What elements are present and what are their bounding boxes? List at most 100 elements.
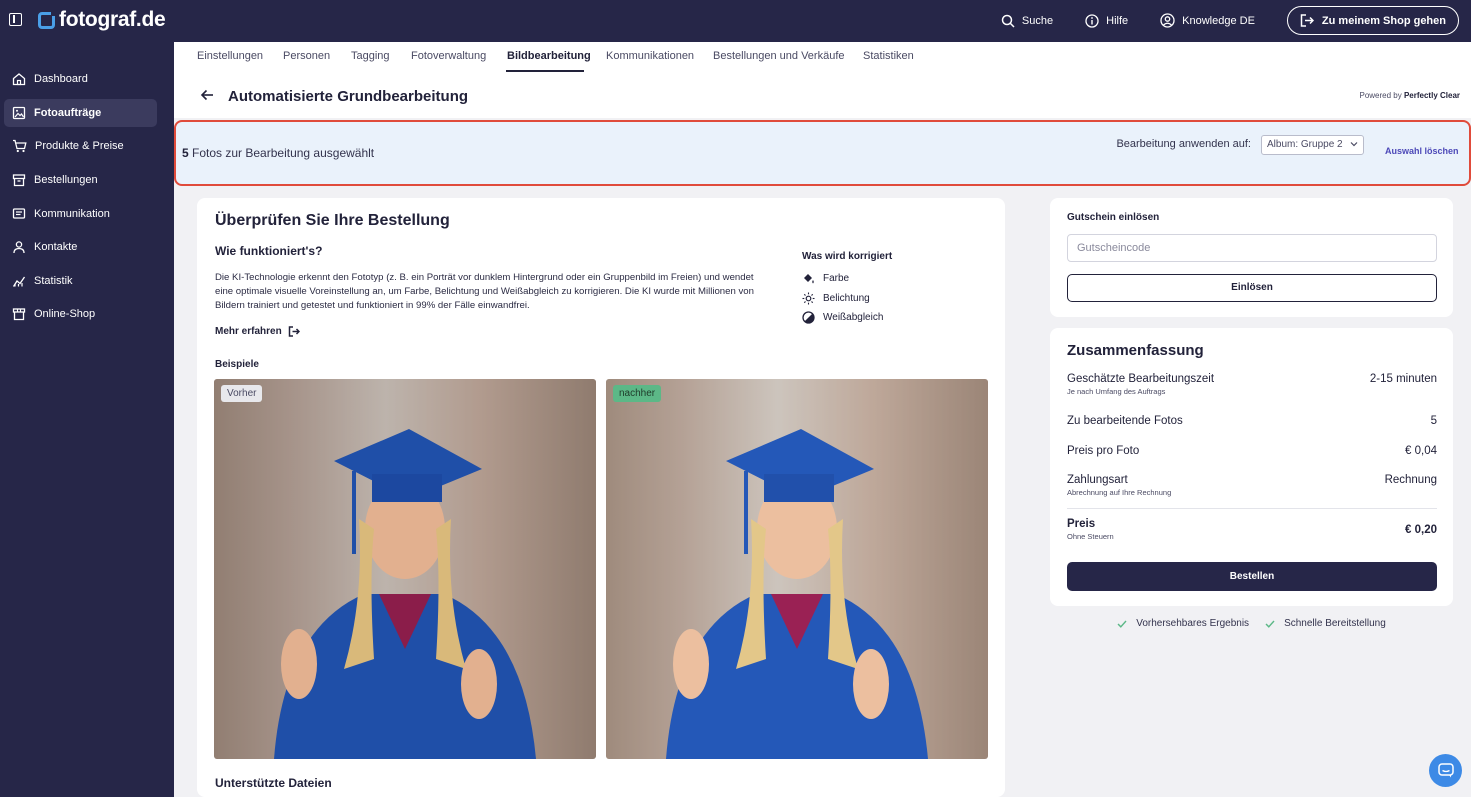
album-select[interactable]: Album: Gruppe 2	[1261, 135, 1364, 155]
box-icon	[12, 174, 26, 187]
sidebar-item-produkte[interactable]: Produkte & Preise	[4, 132, 157, 160]
sidebar: Dashboard Fotoaufträge Produkte & Preise…	[0, 42, 174, 797]
benefit-item: Vorhersehbares Ergebnis	[1117, 618, 1249, 629]
paint-bucket-icon	[804, 274, 814, 284]
examples-title: Beispiele	[215, 359, 259, 370]
summary-row-sub: Abrechnung auf Ihre Rechnung	[1067, 488, 1172, 497]
coupon-title: Gutschein einlösen	[1067, 212, 1160, 223]
benefit-label: Schnelle Bereitstellung	[1284, 618, 1386, 629]
selection-count-number: 5	[182, 146, 189, 160]
sidebar-item-label: Online-Shop	[34, 308, 96, 320]
person-icon	[13, 241, 25, 254]
corrections-title: Was wird korrigiert	[802, 251, 893, 262]
summary-row-value: 5	[1430, 415, 1437, 427]
tab-bestellungen-verkaeufe[interactable]: Bestellungen und Verkäufe	[713, 50, 845, 62]
summary-row: Preis pro Foto € 0,04	[1067, 445, 1437, 457]
album-select-value: Album: Gruppe 2	[1267, 139, 1343, 150]
knowledge-link[interactable]: Knowledge DE	[1160, 13, 1255, 28]
summary-total-value: € 0,20	[1405, 524, 1437, 536]
tab-personen[interactable]: Personen	[283, 50, 330, 62]
correction-item: Belichtung	[802, 292, 870, 305]
knowledge-label: Knowledge DE	[1182, 14, 1255, 27]
sidebar-toggle-icon[interactable]	[9, 13, 22, 26]
summary-row-label: Preis pro Foto	[1067, 445, 1140, 457]
logo-mark-icon	[38, 9, 57, 29]
sidebar-item-label: Kommunikation	[34, 208, 110, 220]
clear-selection-link[interactable]: Auswahl löschen	[1385, 146, 1459, 156]
brand-logo[interactable]: fotograf.de	[38, 8, 166, 32]
summary-row: Zu bearbeitende Fotos 5	[1067, 415, 1437, 427]
user-circle-icon	[1160, 13, 1175, 28]
tab-statistiken[interactable]: Statistiken	[863, 50, 914, 62]
home-icon	[12, 73, 26, 86]
supported-files-title: Unterstützte Dateien	[215, 776, 332, 790]
tab-einstellungen[interactable]: Einstellungen	[197, 50, 263, 62]
sidebar-item-bestellungen[interactable]: Bestellungen	[4, 166, 157, 194]
benefit-item: Schnelle Bereitstellung	[1265, 618, 1386, 629]
top-navigation: Suche Hilfe Knowledge DE Zu meinem Shop …	[1001, 6, 1459, 35]
redeem-button[interactable]: Einlösen	[1067, 274, 1437, 302]
sidebar-item-online-shop[interactable]: Online-Shop	[4, 300, 157, 328]
sidebar-item-dashboard[interactable]: Dashboard	[4, 65, 157, 93]
brand-name: fotograf.de	[59, 8, 166, 31]
learn-more-link[interactable]: Mehr erfahren	[215, 326, 300, 337]
coupon-code-input[interactable]: Gutscheincode	[1067, 234, 1437, 262]
summary-total-row: Preis Ohne Steuern € 0,20	[1067, 518, 1437, 541]
check-icon	[1117, 620, 1127, 628]
tab-fotoverwaltung[interactable]: Fotoverwaltung	[411, 50, 486, 62]
chat-icon	[1437, 763, 1454, 778]
apply-edit-label: Bearbeitung anwenden auf:	[1116, 138, 1251, 150]
top-bar: fotograf.de Suche Hilfe Knowledge DE Zu …	[0, 0, 1471, 42]
review-title: Überprüfen Sie Ihre Bestellung	[215, 212, 450, 229]
selection-count-text: Fotos zur Bearbeitung ausgewählt	[192, 146, 375, 160]
sidebar-item-statistik[interactable]: Statistik	[4, 267, 157, 295]
sidebar-item-label: Statistik	[34, 275, 73, 287]
summary-card: Zusammenfassung Geschätzte Bearbeitungsz…	[1050, 328, 1453, 606]
go-to-shop-label: Zu meinem Shop gehen	[1321, 14, 1446, 27]
correction-label: Belichtung	[823, 293, 870, 304]
help-link[interactable]: Hilfe	[1085, 13, 1129, 28]
order-button[interactable]: Bestellen	[1067, 562, 1437, 591]
sidebar-item-fotoauftraege[interactable]: Fotoaufträge	[4, 99, 157, 127]
summary-row-value: 2-15 minuten	[1369, 373, 1437, 385]
selection-bar: 5 Fotos zur Bearbeitung ausgewählt Bearb…	[174, 120, 1471, 186]
check-icon	[1265, 620, 1275, 628]
summary-row-sub: Je nach Umfang des Auftrags	[1067, 387, 1166, 396]
summary-row-value: € 0,04	[1405, 445, 1437, 457]
summary-row-value: Rechnung	[1384, 474, 1437, 486]
sidebar-item-label: Kontakte	[34, 241, 78, 253]
main-content: Einstellungen Personen Tagging Fotoverwa…	[174, 42, 1471, 797]
help-label: Hilfe	[1106, 14, 1129, 27]
sun-icon	[802, 292, 815, 305]
active-tab-indicator	[506, 70, 584, 72]
go-to-shop-button[interactable]: Zu meinem Shop gehen	[1286, 6, 1459, 35]
cart-icon	[13, 139, 27, 153]
summary-row-label: Zu bearbeitende Fotos	[1067, 415, 1183, 427]
benefits-list: Vorhersehbares Ergebnis Schnelle Bereits…	[1050, 618, 1453, 629]
tab-kommunikationen[interactable]: Kommunikationen	[606, 50, 694, 62]
how-it-works-text: Die KI-Technologie erkennt den Fototyp (…	[215, 272, 754, 311]
correction-label: Farbe	[823, 273, 850, 284]
powered-by-prefix: Powered by	[1359, 91, 1402, 100]
selection-count: 5 Fotos zur Bearbeitung ausgewählt	[182, 146, 374, 160]
sidebar-item-label: Produkte & Preise	[35, 140, 124, 152]
summary-row: Geschätzte Bearbeitungszeit Je nach Umfa…	[1067, 373, 1437, 396]
chat-widget-button[interactable]	[1429, 754, 1462, 787]
tab-bildbearbeitung[interactable]: Bildbearbeitung	[507, 50, 591, 62]
tab-tagging[interactable]: Tagging	[351, 50, 390, 62]
sidebar-item-kontakte[interactable]: Kontakte	[4, 233, 157, 261]
sidebar-item-label: Fotoaufträge	[34, 107, 102, 119]
summary-row-label: Zahlungsart	[1067, 474, 1128, 486]
search-label: Suche	[1021, 14, 1054, 27]
search-link[interactable]: Suche	[1001, 14, 1053, 28]
how-it-works-title: Wie funktioniert's?	[215, 244, 323, 258]
sidebar-item-kommunikation[interactable]: Kommunikation	[4, 200, 157, 228]
summary-total-sub: Ohne Steuern	[1067, 532, 1114, 541]
back-arrow-icon[interactable]	[200, 88, 214, 102]
benefit-label: Vorhersehbares Ergebnis	[1136, 618, 1250, 629]
contrast-icon	[802, 311, 815, 324]
chevron-down-icon	[1350, 142, 1358, 147]
coupon-card: Gutschein einlösen Gutscheincode Einlöse…	[1050, 198, 1453, 317]
example-photo-before: Vorher	[214, 379, 596, 759]
correction-label: Weißabgleich	[823, 312, 884, 323]
